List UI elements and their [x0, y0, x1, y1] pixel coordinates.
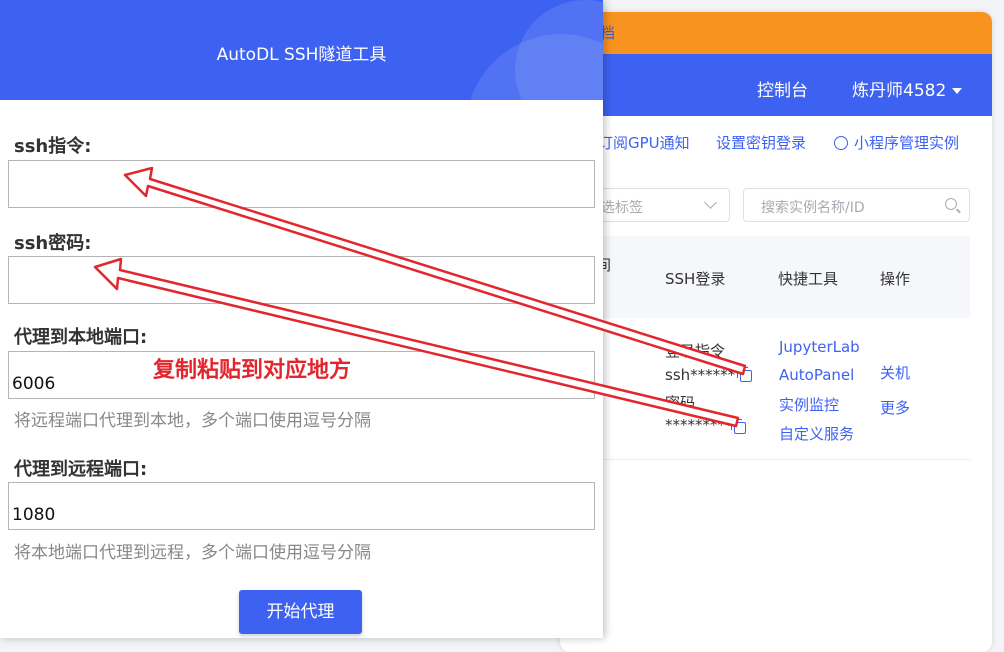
- nav-user-label: 炼丹师4582: [852, 81, 947, 101]
- ssh-password-input[interactable]: [8, 256, 595, 304]
- chevron-down-icon: [704, 196, 717, 209]
- local-port-field-label: 代理到本地端口:: [14, 327, 148, 348]
- remote-port-input-value: 1080: [12, 505, 56, 525]
- instance-search-input[interactable]: 搜索实例名称/ID: [743, 188, 970, 222]
- search-icon[interactable]: [945, 198, 957, 210]
- remote-port-field-label: 代理到远程端口:: [14, 459, 148, 480]
- password-label: 密码: [665, 394, 696, 412]
- mini-program-link[interactable]: 小程序管理实例: [834, 132, 959, 153]
- subscribe-gpu-link[interactable]: 订阅GPU通知: [598, 132, 690, 153]
- ssh-cmd-input[interactable]: [8, 160, 595, 208]
- ssh-cmd-label: 登录指令: [665, 342, 726, 360]
- top-nav: 控制台 炼丹师4582: [560, 54, 992, 116]
- remote-port-help: 将本地端口代理到远程，多个端口使用逗号分隔: [14, 543, 371, 563]
- local-port-input-value: 6006: [12, 374, 56, 394]
- copy-password-icon[interactable]: [731, 419, 746, 434]
- tool-jupyterlab[interactable]: JupyterLab: [779, 338, 860, 356]
- tag-select-placeholder: 选标签: [601, 200, 643, 216]
- nav-user-menu[interactable]: 炼丹师4582: [852, 76, 963, 101]
- set-key-login-link[interactable]: 设置密钥登录: [716, 132, 806, 153]
- nav-console[interactable]: 控制台: [757, 76, 808, 101]
- th-tools: 快捷工具: [778, 270, 839, 288]
- copy-cmd-icon[interactable]: [737, 367, 752, 382]
- search-placeholder: 搜索实例名称/ID: [761, 200, 865, 216]
- mini-program-label: 小程序管理实例: [854, 134, 960, 152]
- th-actions: 操作: [880, 270, 911, 288]
- dialog-header: AutoDL SSH隧道工具: [0, 0, 603, 100]
- local-port-help: 将远程端口代理到本地，多个端口使用逗号分隔: [14, 411, 371, 431]
- tool-monitor[interactable]: 实例监控: [779, 394, 839, 415]
- tool-autopanel[interactable]: AutoPanel: [779, 366, 854, 384]
- instance-page-card: 档 控制台 炼丹师4582: [560, 12, 992, 652]
- row-divider: [560, 459, 970, 460]
- ssh-password-field-label: ssh密码:: [14, 233, 92, 254]
- th-ssh: SSH登录: [665, 270, 726, 288]
- ssh-cmd-field-label: ssh指令:: [14, 136, 92, 157]
- action-shutdown[interactable]: 关机: [880, 362, 910, 383]
- caret-down-icon: [952, 88, 963, 94]
- remote-port-input[interactable]: 1080: [8, 482, 595, 530]
- ssh-cmd-value: ssh******: [665, 366, 736, 384]
- annotation-text: 复制粘贴到对应地方: [153, 358, 352, 383]
- action-more[interactable]: 更多: [880, 397, 910, 418]
- table-header: 间 SSH登录 快捷工具 操作: [560, 236, 970, 318]
- start-proxy-button[interactable]: 开始代理: [239, 590, 362, 634]
- tool-custom-service[interactable]: 自定义服务: [779, 423, 854, 444]
- tag-select[interactable]: 选标签: [586, 188, 730, 222]
- password-value: *********: [665, 416, 733, 434]
- ssh-tunnel-dialog: AutoDL SSH隧道工具 ssh指令: ssh密码: 代理到本地端口: 60…: [0, 0, 603, 638]
- dialog-title: AutoDL SSH隧道工具: [216, 45, 387, 65]
- notice-bar: 档: [560, 12, 992, 54]
- mini-program-icon: [834, 136, 848, 150]
